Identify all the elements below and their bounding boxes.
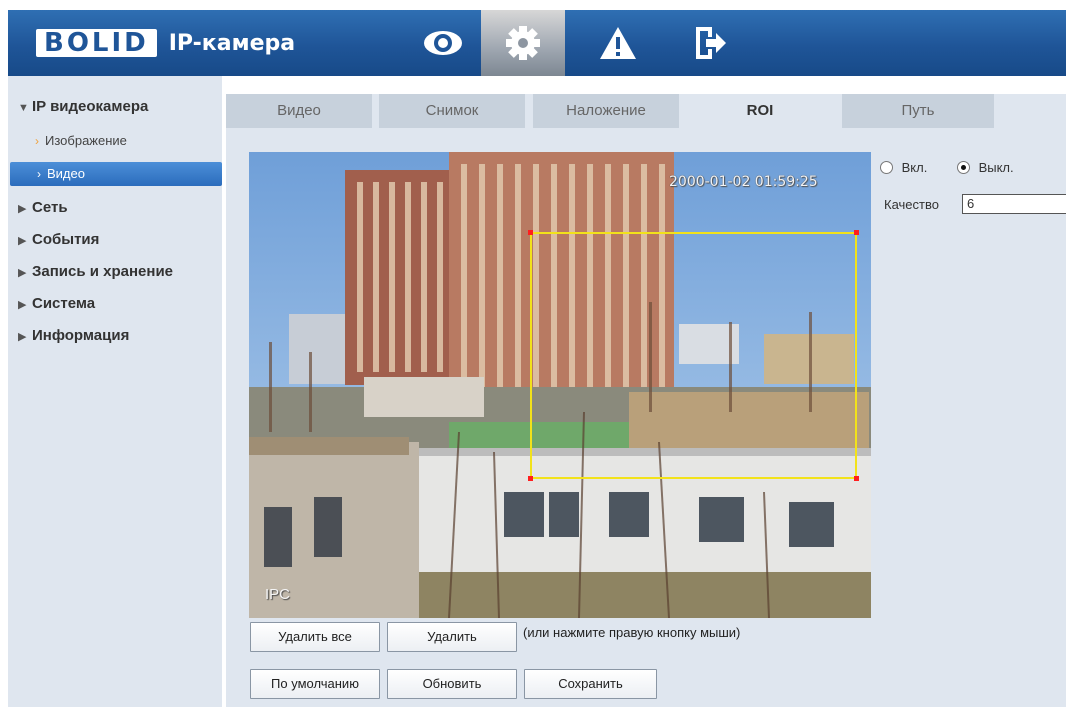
logo: BOLID IP-камера: [36, 23, 295, 63]
sidebar-item-label: Сеть: [32, 199, 68, 216]
sidebar-item-network[interactable]: ▶ Сеть: [8, 196, 222, 220]
triangle-right-icon: ▶: [18, 331, 27, 343]
roi-off-label: Выкл.: [978, 160, 1014, 175]
logout-button[interactable]: [668, 10, 752, 76]
sidebar-item-ip-camera[interactable]: ▼ IP видеокамера: [8, 95, 222, 119]
live-view-button[interactable]: [401, 10, 485, 76]
sidebar-item-video[interactable]: › Видео: [10, 162, 222, 186]
video-preview[interactable]: 2000-01-02 01:59:25 IPC: [249, 152, 871, 618]
tab-roi[interactable]: ROI: [687, 94, 833, 128]
sidebar-item-label: Запись и хранение: [32, 263, 174, 280]
sidebar-item-label: Изображение: [45, 133, 127, 148]
roi-handle-bottom-left[interactable]: [528, 476, 533, 481]
sidebar-item-storage[interactable]: ▶ Запись и хранение: [8, 260, 222, 284]
roi-on-label: Вкл.: [901, 160, 928, 175]
chevron-right-icon: ›: [37, 167, 41, 181]
main-content: Видео Снимок Наложение ROI Путь 2000-01-…: [226, 94, 1066, 707]
roi-on-radio[interactable]: [880, 161, 893, 174]
channel-label: IPC: [265, 586, 291, 603]
quality-label: Качество: [884, 197, 939, 212]
roi-off-radio[interactable]: [956, 161, 970, 174]
sidebar-item-label: Видео: [47, 166, 85, 181]
roi-toggle: Вкл. Выкл.: [880, 160, 1014, 175]
triangle-right-icon: ▶: [18, 267, 27, 279]
sidebar-item-system[interactable]: ▶ Система: [8, 292, 222, 316]
top-header: BOLID IP-камера: [8, 10, 1066, 76]
quality-select[interactable]: 6: [962, 194, 1066, 214]
delete-button[interactable]: Удалить: [387, 622, 517, 652]
chevron-right-icon: ›: [35, 134, 39, 148]
setup-button[interactable]: [481, 10, 565, 76]
roi-handle-top-right[interactable]: [854, 230, 859, 235]
sidebar-item-label: События: [32, 231, 100, 248]
warning-icon: [600, 27, 636, 59]
product-title: IP-камера: [168, 30, 296, 56]
sidebar-item-image[interactable]: › Изображение: [8, 130, 222, 152]
eye-icon: [424, 31, 462, 55]
quality-value: 6: [967, 196, 975, 211]
roi-handle-top-left[interactable]: [528, 230, 533, 235]
tab-path[interactable]: Путь: [842, 94, 994, 128]
sidebar-item-events[interactable]: ▶ События: [8, 228, 222, 252]
triangle-right-icon: ▶: [18, 299, 27, 311]
triangle-right-icon: ▶: [18, 235, 27, 247]
sidebar-item-label: Система: [32, 295, 96, 312]
brand-logo: BOLID: [36, 29, 157, 57]
roi-region[interactable]: [528, 230, 859, 481]
roi-handle-bottom-right[interactable]: [854, 476, 859, 481]
triangle-down-icon: ▼: [18, 102, 29, 114]
tab-overlay[interactable]: Наложение: [533, 94, 679, 128]
sidebar-item-information[interactable]: ▶ Информация: [8, 324, 222, 348]
sidebar: ▼ IP видеокамера › Изображение › Видео ▶ Сет…: [8, 76, 222, 707]
video-timestamp: 2000-01-02 01:59:25: [669, 174, 818, 190]
gear-icon: [506, 26, 540, 60]
save-button[interactable]: Сохранить: [524, 669, 657, 699]
delete-hint: (или нажмите правую кнопку мыши): [523, 625, 741, 640]
alarm-button[interactable]: [576, 10, 660, 76]
refresh-button[interactable]: Обновить: [387, 669, 517, 699]
delete-all-button[interactable]: Удалить все: [250, 622, 380, 652]
roi-options: Вкл. Выкл. Качество 6: [880, 160, 1066, 214]
default-button[interactable]: По умолчанию: [250, 669, 380, 699]
logout-icon: [696, 27, 726, 59]
tab-snapshot[interactable]: Снимок: [379, 94, 525, 128]
triangle-right-icon: ▶: [18, 203, 27, 215]
sidebar-item-label: Информация: [32, 327, 130, 344]
tab-video[interactable]: Видео: [226, 94, 372, 128]
sidebar-item-label: IP видеокамера: [32, 98, 149, 115]
